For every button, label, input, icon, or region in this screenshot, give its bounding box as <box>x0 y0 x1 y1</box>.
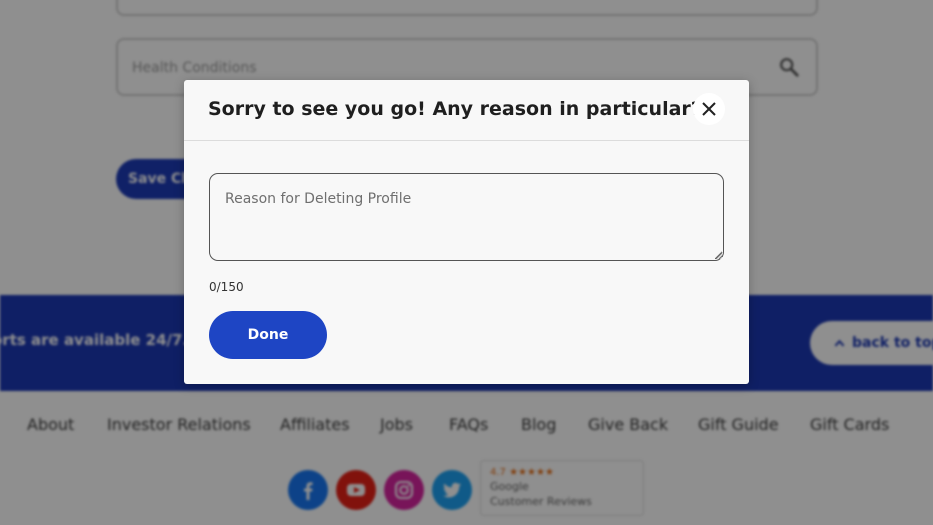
resize-handle-icon[interactable] <box>716 253 722 259</box>
close-button[interactable] <box>693 93 725 125</box>
character-counter: 0/150 <box>209 280 244 294</box>
reason-textarea[interactable] <box>209 173 724 261</box>
close-icon <box>702 102 716 116</box>
modal-title: Sorry to see you go! Any reason in parti… <box>208 98 702 120</box>
delete-profile-modal: Sorry to see you go! Any reason in parti… <box>184 80 749 384</box>
done-button[interactable]: Done <box>209 311 327 359</box>
modal-header: Sorry to see you go! Any reason in parti… <box>184 80 749 141</box>
